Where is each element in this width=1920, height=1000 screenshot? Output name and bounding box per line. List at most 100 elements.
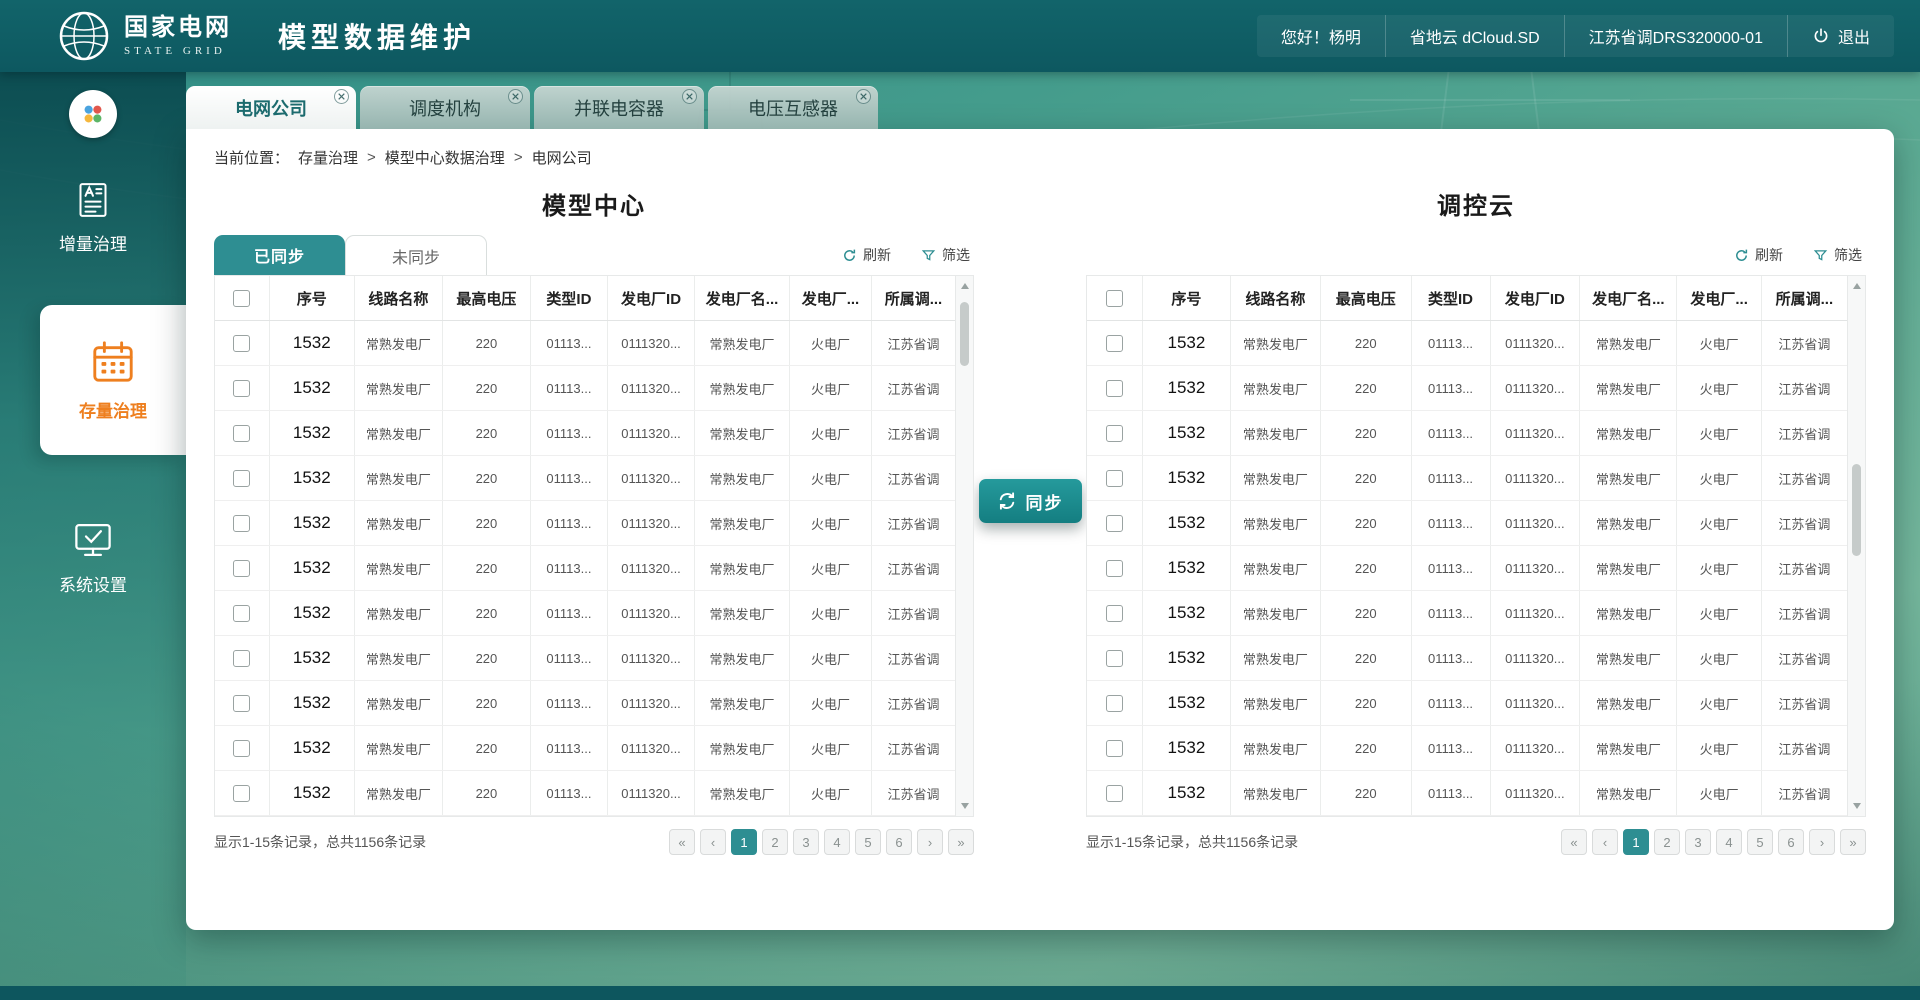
table-cell: 火电厂 bbox=[790, 771, 872, 815]
sidebar-item-stock-governance[interactable]: 存量治理 bbox=[40, 305, 186, 455]
table-cell: 常熟发电厂 bbox=[1231, 456, 1321, 500]
row-checkbox[interactable] bbox=[1106, 515, 1123, 532]
dual-table-layout: 模型中心 已同步 未同步 刷新 bbox=[214, 174, 1866, 855]
page-next-button[interactable]: › bbox=[917, 829, 943, 855]
row-checkbox[interactable] bbox=[1106, 740, 1123, 757]
row-checkbox[interactable] bbox=[1106, 650, 1123, 667]
table-cell: 1532 bbox=[270, 501, 355, 545]
row-checkbox[interactable] bbox=[233, 650, 250, 667]
app-launcher-icon[interactable] bbox=[69, 90, 117, 138]
page-number-button[interactable]: 1 bbox=[1623, 829, 1649, 855]
table-scrollbar[interactable] bbox=[955, 276, 973, 816]
pagination: «‹123456›» bbox=[1561, 829, 1866, 855]
table-cell: 火电厂 bbox=[790, 321, 872, 365]
table-cell: 常熟发电厂 bbox=[1231, 681, 1321, 725]
page-number-button[interactable]: 3 bbox=[1685, 829, 1711, 855]
table-row: 1532常熟发电厂22001113...0111320...常熟发电厂火电厂江苏… bbox=[1087, 366, 1847, 411]
refresh-button[interactable]: 刷新 bbox=[842, 245, 891, 265]
filter-label: 筛选 bbox=[942, 245, 970, 265]
table-cell: 火电厂 bbox=[790, 546, 872, 590]
page-number-button[interactable]: 2 bbox=[762, 829, 788, 855]
table-cell: 0111320... bbox=[1491, 366, 1581, 410]
page-first-button[interactable]: « bbox=[1561, 829, 1587, 855]
filter-button[interactable]: 筛选 bbox=[1813, 245, 1862, 265]
table-row: 1532常熟发电厂22001113...0111320...常熟发电厂火电厂江苏… bbox=[215, 366, 955, 411]
scroll-down-icon[interactable] bbox=[961, 803, 969, 809]
tab-shunt-capacitor[interactable]: 并联电容器 bbox=[534, 86, 704, 129]
page-number-button[interactable]: 1 bbox=[731, 829, 757, 855]
row-checkbox[interactable] bbox=[1106, 695, 1123, 712]
subtab-unsynced[interactable]: 未同步 bbox=[345, 235, 487, 275]
scrollbar-thumb[interactable] bbox=[1852, 464, 1861, 556]
page-prev-button[interactable]: ‹ bbox=[700, 829, 726, 855]
row-checkbox[interactable] bbox=[233, 785, 250, 802]
table-cell: 01113... bbox=[1412, 321, 1491, 365]
scroll-up-icon[interactable] bbox=[961, 283, 969, 289]
row-checkbox[interactable] bbox=[1106, 605, 1123, 622]
sidebar-item-incremental-governance[interactable]: 增量治理 bbox=[0, 180, 186, 255]
close-icon[interactable] bbox=[682, 89, 697, 104]
page-prev-button[interactable]: ‹ bbox=[1592, 829, 1618, 855]
page-number-button[interactable]: 6 bbox=[1778, 829, 1804, 855]
table-scrollbar[interactable] bbox=[1847, 276, 1865, 816]
tab-grid-company[interactable]: 电网公司 bbox=[186, 86, 356, 129]
tab-dispatch-agency[interactable]: 调度机构 bbox=[360, 86, 530, 129]
refresh-button[interactable]: 刷新 bbox=[1734, 245, 1783, 265]
row-checkbox[interactable] bbox=[233, 560, 250, 577]
page-number-button[interactable]: 5 bbox=[1747, 829, 1773, 855]
logout-button[interactable]: 退出 bbox=[1787, 15, 1894, 57]
close-icon[interactable] bbox=[856, 89, 871, 104]
page-first-button[interactable]: « bbox=[669, 829, 695, 855]
row-checkbox[interactable] bbox=[233, 380, 250, 397]
org-selector[interactable]: 江苏省调DRS320000-01 bbox=[1564, 15, 1787, 57]
cloud-selector[interactable]: 省地云 dCloud.SD bbox=[1385, 15, 1564, 57]
row-checkbox-cell bbox=[215, 726, 270, 770]
page-number-button[interactable]: 6 bbox=[886, 829, 912, 855]
row-checkbox[interactable] bbox=[1106, 785, 1123, 802]
scrollbar-thumb[interactable] bbox=[960, 302, 969, 366]
table-cell: 火电厂 bbox=[790, 591, 872, 635]
breadcrumb-item[interactable]: 模型中心数据治理 bbox=[385, 147, 505, 168]
row-checkbox[interactable] bbox=[233, 740, 250, 757]
subtab-synced[interactable]: 已同步 bbox=[214, 235, 345, 275]
scroll-down-icon[interactable] bbox=[1853, 803, 1861, 809]
select-all-checkbox[interactable] bbox=[233, 290, 250, 307]
breadcrumb-item[interactable]: 电网公司 bbox=[532, 147, 592, 168]
row-checkbox[interactable] bbox=[1106, 560, 1123, 577]
page-last-button[interactable]: » bbox=[1840, 829, 1866, 855]
row-checkbox[interactable] bbox=[1106, 425, 1123, 442]
tab-voltage-transformer[interactable]: 电压互感器 bbox=[708, 86, 878, 129]
table-cell: 0111320... bbox=[1491, 321, 1581, 365]
table-cell: 01113... bbox=[531, 726, 608, 770]
row-checkbox[interactable] bbox=[1106, 335, 1123, 352]
row-checkbox-cell bbox=[1087, 411, 1143, 455]
row-checkbox[interactable] bbox=[233, 335, 250, 352]
select-all-checkbox[interactable] bbox=[1106, 290, 1123, 307]
sync-button[interactable]: 同步 bbox=[979, 479, 1082, 523]
row-checkbox[interactable] bbox=[233, 515, 250, 532]
page-number-button[interactable]: 4 bbox=[1716, 829, 1742, 855]
page-number-button[interactable]: 5 bbox=[855, 829, 881, 855]
row-checkbox[interactable] bbox=[1106, 470, 1123, 487]
row-checkbox[interactable] bbox=[233, 695, 250, 712]
page-last-button[interactable]: » bbox=[948, 829, 974, 855]
row-checkbox[interactable] bbox=[233, 425, 250, 442]
close-icon[interactable] bbox=[334, 89, 349, 104]
close-icon[interactable] bbox=[508, 89, 523, 104]
table-row: 1532常熟发电厂22001113...0111320...常熟发电厂火电厂江苏… bbox=[215, 771, 955, 816]
page-number-button[interactable]: 4 bbox=[824, 829, 850, 855]
table-cell: 常熟发电厂 bbox=[1231, 366, 1321, 410]
table-cell: 江苏省调 bbox=[872, 636, 955, 680]
table-cell: 1532 bbox=[270, 771, 355, 815]
scroll-up-icon[interactable] bbox=[1853, 283, 1861, 289]
table-cell: 火电厂 bbox=[1677, 546, 1761, 590]
breadcrumb-item[interactable]: 存量治理 bbox=[298, 147, 358, 168]
page-number-button[interactable]: 3 bbox=[793, 829, 819, 855]
page-next-button[interactable]: › bbox=[1809, 829, 1835, 855]
row-checkbox[interactable] bbox=[233, 605, 250, 622]
filter-button[interactable]: 筛选 bbox=[921, 245, 970, 265]
sidebar-item-system-settings[interactable]: 系统设置 bbox=[0, 519, 186, 596]
page-number-button[interactable]: 2 bbox=[1654, 829, 1680, 855]
row-checkbox[interactable] bbox=[1106, 380, 1123, 397]
row-checkbox[interactable] bbox=[233, 470, 250, 487]
